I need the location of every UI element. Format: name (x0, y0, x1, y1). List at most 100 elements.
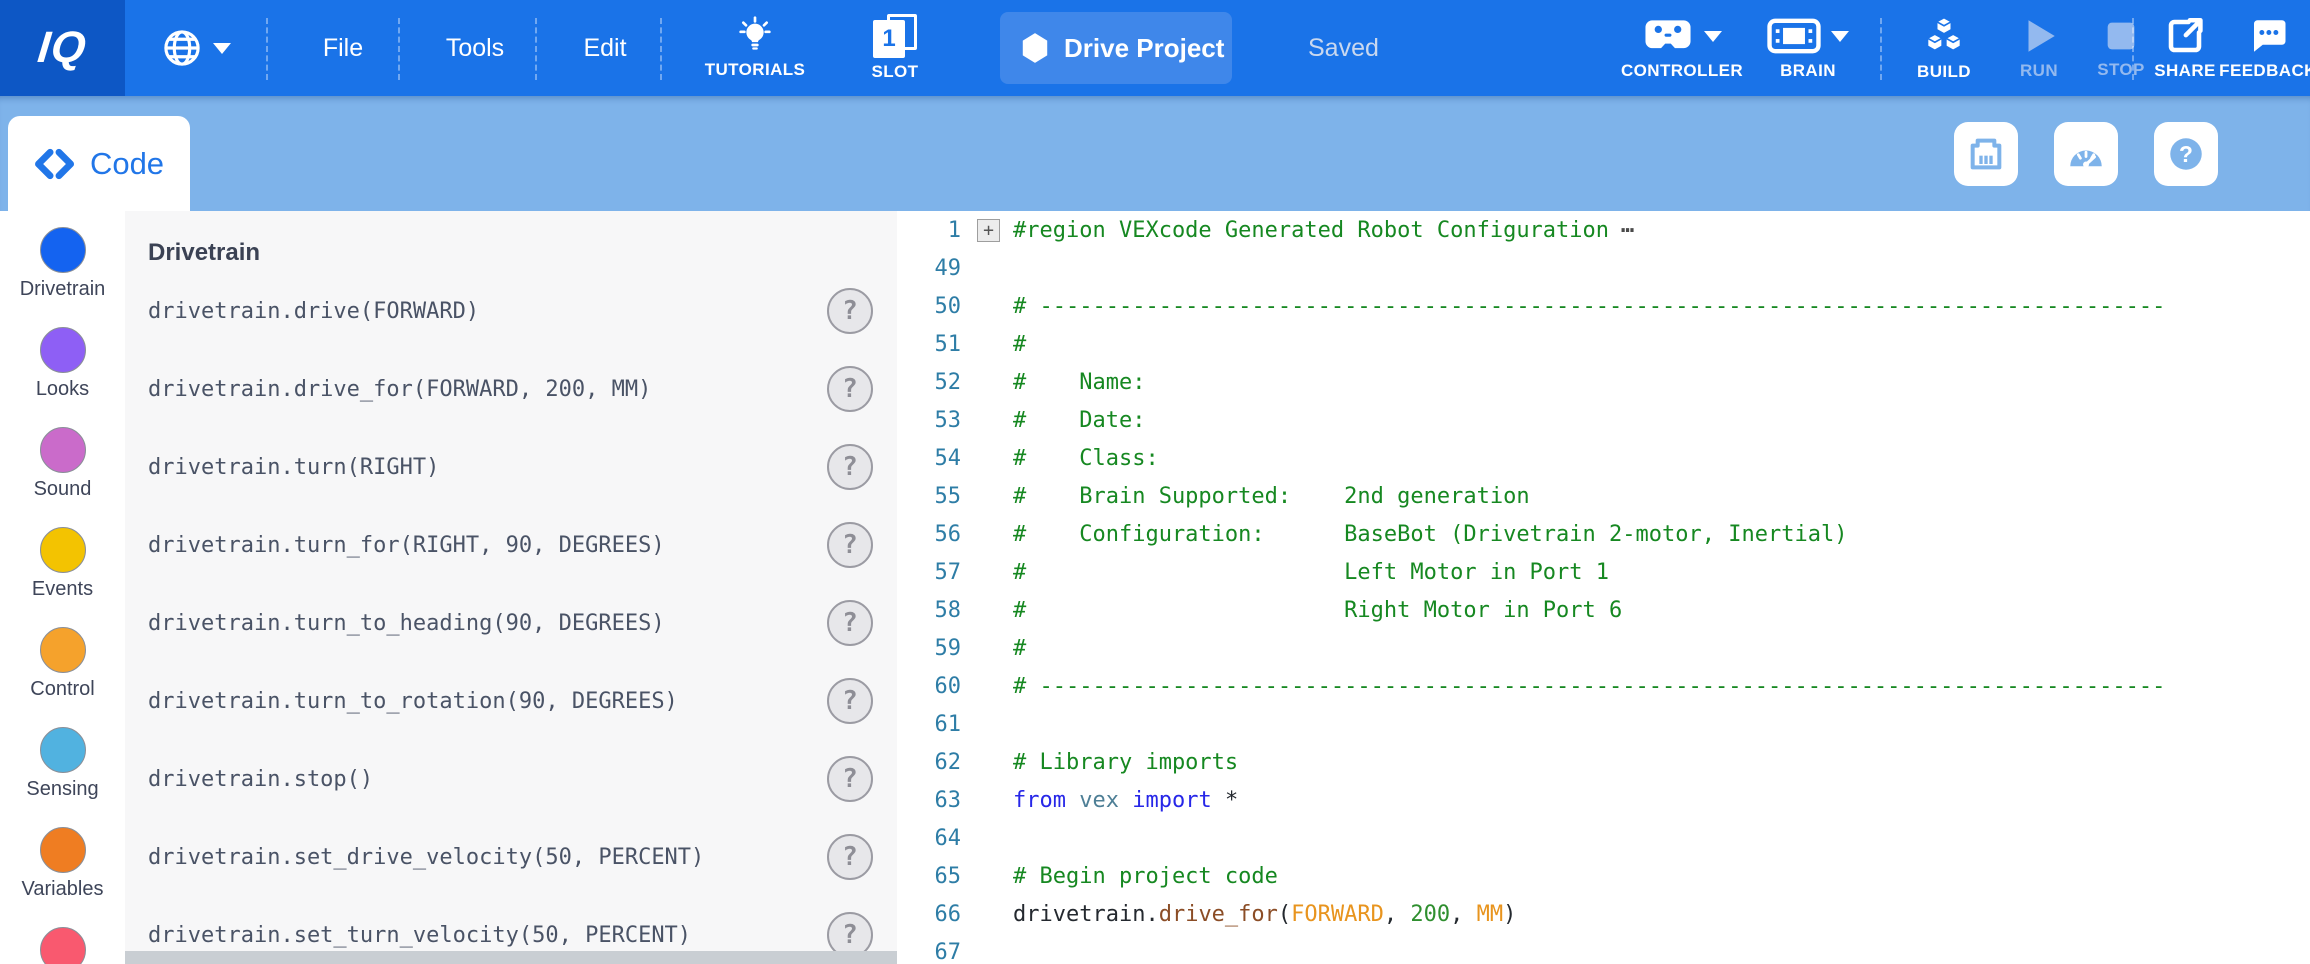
feedback-icon (2247, 15, 2289, 57)
command-help-button[interactable]: ? (827, 678, 873, 724)
line-code[interactable]: # Configuration: BaseBot (Drivetrain 2-m… (1013, 522, 1847, 547)
share-button[interactable]: SHARE (2140, 0, 2230, 96)
line-code[interactable]: # Class: (1013, 446, 1159, 471)
palette-scrollbar[interactable] (125, 951, 897, 964)
command-help-button[interactable]: ? (827, 366, 873, 412)
help-button[interactable]: ? (2154, 122, 2218, 186)
category-color-dot (40, 727, 86, 773)
top-toolbar: IQ File Tools Edit (0, 0, 2310, 96)
project-name: Drive Project (1064, 33, 1224, 64)
sidebar-category-looks[interactable]: Looks (0, 311, 125, 411)
tutorials-label: TUTORIALS (705, 60, 806, 80)
line-code[interactable]: drivetrain.drive_for(FORWARD, 200, MM) (1013, 902, 1516, 927)
run-button[interactable]: RUN (1996, 0, 2082, 96)
category-label: Drivetrain (20, 278, 106, 301)
editor-line: 1 + #region VEXcode Generated Robot Conf… (897, 211, 2310, 249)
line-code[interactable]: # Date: (1013, 408, 1145, 433)
command-help-button[interactable]: ? (827, 756, 873, 802)
command-help-button[interactable]: ? (827, 600, 873, 646)
line-code[interactable]: # Name: (1013, 370, 1145, 395)
category-label: Looks (36, 378, 89, 401)
palette-command-row[interactable]: drivetrain.turn(RIGHT) ? (125, 428, 897, 506)
sidebar-category-events[interactable]: Events (0, 511, 125, 611)
category-color-dot (40, 627, 86, 673)
command-help-button[interactable]: ? (827, 444, 873, 490)
language-button[interactable] (148, 0, 244, 96)
controller-button[interactable]: CONTROLLER (1612, 0, 1752, 96)
stop-icon (2101, 16, 2141, 56)
line-number: 59 (897, 636, 967, 661)
menu-edit[interactable]: Edit (550, 0, 660, 96)
sidebar-category[interactable] (0, 911, 125, 964)
brain-label: BRAIN (1780, 61, 1836, 81)
sidebar-category-control[interactable]: Control (0, 611, 125, 711)
sidebar-category-sensing[interactable]: Sensing (0, 711, 125, 811)
line-code[interactable]: # Library imports (1013, 750, 1238, 775)
device-info-button[interactable] (1954, 122, 2018, 186)
menu-file[interactable]: File (288, 0, 398, 96)
device-port-icon (1966, 134, 2006, 174)
line-code[interactable]: # Left Motor in Port 1 (1013, 560, 1609, 585)
collapsed-code-badge[interactable]: ⋯ (1621, 218, 1632, 243)
line-code[interactable]: # Right Motor in Port 6 (1013, 598, 1622, 623)
tab-code[interactable]: Code (8, 116, 190, 211)
line-code[interactable]: #region VEXcode Generated Robot Configur… (1013, 218, 1632, 243)
slot-button[interactable]: 1 SLOT (850, 0, 940, 96)
build-button[interactable]: BUILD (1896, 0, 1992, 96)
editor-line: 55 # Brain Supported: 2nd generation (897, 477, 2310, 515)
sidebar-category-variables[interactable]: Variables (0, 811, 125, 911)
line-code[interactable]: # --------------------------------------… (1013, 294, 2165, 319)
line-code[interactable]: from vex import * (1013, 788, 1238, 813)
line-code[interactable]: # Begin project code (1013, 864, 1278, 889)
line-number: 61 (897, 712, 967, 737)
command-palette: Drivetrain drivetrain.drive(FORWARD) ? d… (125, 211, 897, 964)
share-icon (2164, 15, 2206, 57)
svg-text:?: ? (2179, 141, 2193, 167)
controller-icon (1642, 15, 1694, 57)
palette-command-row[interactable]: drivetrain.stop() ? (125, 740, 897, 818)
feedback-button[interactable]: FEEDBACK (2226, 0, 2310, 96)
line-code[interactable]: # (1013, 332, 1026, 357)
palette-command-code: drivetrain.turn_for(RIGHT, 90, DEGREES) (148, 533, 665, 558)
toolbar-divider (535, 18, 537, 80)
line-number: 49 (897, 256, 967, 281)
palette-command-row[interactable]: drivetrain.turn_to_heading(90, DEGREES) … (125, 584, 897, 662)
line-code[interactable]: # Brain Supported: 2nd generation (1013, 484, 1530, 509)
line-code[interactable]: # (1013, 636, 1026, 661)
dashboard-button[interactable] (2054, 122, 2118, 186)
tutorials-button[interactable]: TUTORIALS (675, 0, 835, 96)
line-number: 57 (897, 560, 967, 585)
palette-command-row[interactable]: drivetrain.turn_for(RIGHT, 90, DEGREES) … (125, 506, 897, 584)
project-name-button[interactable]: Drive Project (1000, 12, 1232, 84)
line-number: 60 (897, 674, 967, 699)
line-code[interactable]: # --------------------------------------… (1013, 674, 2165, 699)
fold-toggle[interactable]: + (977, 219, 1000, 242)
palette-command-list: drivetrain.drive(FORWARD) ? drivetrain.d… (125, 272, 897, 964)
menu-tools[interactable]: Tools (415, 0, 535, 96)
brain-button[interactable]: BRAIN (1748, 0, 1868, 96)
category-label: Sound (34, 478, 92, 501)
line-number: 56 (897, 522, 967, 547)
palette-command-code: drivetrain.turn(RIGHT) (148, 455, 439, 480)
sidebar-category-drivetrain[interactable]: Drivetrain (0, 211, 125, 311)
run-icon (2018, 15, 2060, 57)
command-help-button[interactable]: ? (827, 288, 873, 334)
palette-heading: Drivetrain (148, 239, 260, 267)
slot-icon: 1 (873, 14, 917, 58)
command-help-button[interactable]: ? (827, 834, 873, 880)
palette-command-row[interactable]: drivetrain.drive(FORWARD) ? (125, 272, 897, 350)
category-sidebar: Drivetrain Looks Sound Events Control Se… (0, 211, 125, 964)
palette-command-row[interactable]: drivetrain.set_drive_velocity(50, PERCEN… (125, 818, 897, 896)
palette-command-code: drivetrain.turn_to_heading(90, DEGREES) (148, 611, 665, 636)
palette-command-row[interactable]: drivetrain.turn_to_rotation(90, DEGREES)… (125, 662, 897, 740)
command-help-button[interactable]: ? (827, 522, 873, 568)
hexagon-icon (1020, 32, 1050, 64)
category-label: Control (30, 678, 94, 701)
palette-command-row[interactable]: drivetrain.drive_for(FORWARD, 200, MM) ? (125, 350, 897, 428)
line-number: 50 (897, 294, 967, 319)
line-number: 54 (897, 446, 967, 471)
line-number: 51 (897, 332, 967, 357)
editor-line: 62 # Library imports (897, 743, 2310, 781)
code-editor[interactable]: 1 + #region VEXcode Generated Robot Conf… (897, 211, 2310, 964)
sidebar-category-sound[interactable]: Sound (0, 411, 125, 511)
